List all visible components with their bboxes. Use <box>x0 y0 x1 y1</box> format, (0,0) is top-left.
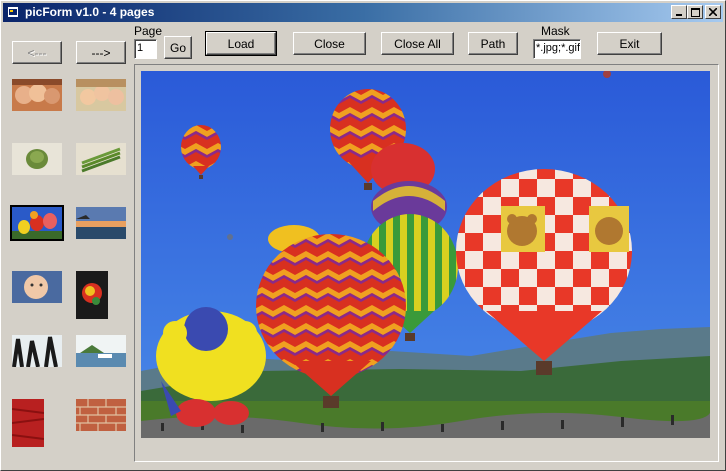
exit-button[interactable]: Exit <box>597 32 662 55</box>
go-button[interactable]: Go <box>164 36 192 59</box>
thumb-baby-face[interactable] <box>12 271 62 303</box>
mask-field[interactable]: *.jpg;*.gif <box>533 39 581 59</box>
prev-page-button[interactable]: <--- <box>12 41 62 64</box>
thumb-asparagus[interactable] <box>76 143 126 175</box>
minimize-icon <box>676 14 682 16</box>
title-bar[interactable]: picForm v1.0 - 4 pages <box>3 3 723 22</box>
thumb-red-texture[interactable] <box>12 399 44 447</box>
thumb-hot-air-balloons[interactable] <box>10 205 64 241</box>
thumb-tree-silhouette[interactable] <box>12 335 62 367</box>
main-image[interactable] <box>141 71 710 438</box>
thumb-fantasy-art[interactable] <box>76 271 108 319</box>
app-window: picForm v1.0 - 4 pages <--- ---> Page 1 … <box>0 0 726 471</box>
close-icon <box>709 8 717 16</box>
path-button[interactable]: Path <box>468 32 518 55</box>
close-button[interactable]: Close <box>293 32 366 55</box>
load-button[interactable]: Load <box>205 31 277 56</box>
thumb-artichoke[interactable] <box>12 143 62 175</box>
next-page-button[interactable]: ---> <box>76 41 126 64</box>
thumb-beach-sunset[interactable] <box>76 207 126 239</box>
app-icon <box>7 6 19 18</box>
thumb-brick-wall[interactable] <box>76 399 126 431</box>
page-number-field[interactable]: 1 <box>134 39 157 59</box>
page-label: Page <box>134 24 163 38</box>
close-window-button[interactable] <box>705 5 721 19</box>
caption-buttons <box>671 5 721 19</box>
thumb-children-faces[interactable] <box>12 79 62 111</box>
maximize-icon <box>690 7 700 17</box>
close-all-button[interactable]: Close All <box>381 32 454 55</box>
maximize-button[interactable] <box>687 5 703 19</box>
thumb-three-kids[interactable] <box>76 79 126 111</box>
mask-label: Mask <box>541 24 570 38</box>
minimize-button[interactable] <box>671 5 687 19</box>
thumb-boat-lake[interactable] <box>76 335 126 367</box>
window-title: picForm v1.0 - 4 pages <box>25 5 155 19</box>
